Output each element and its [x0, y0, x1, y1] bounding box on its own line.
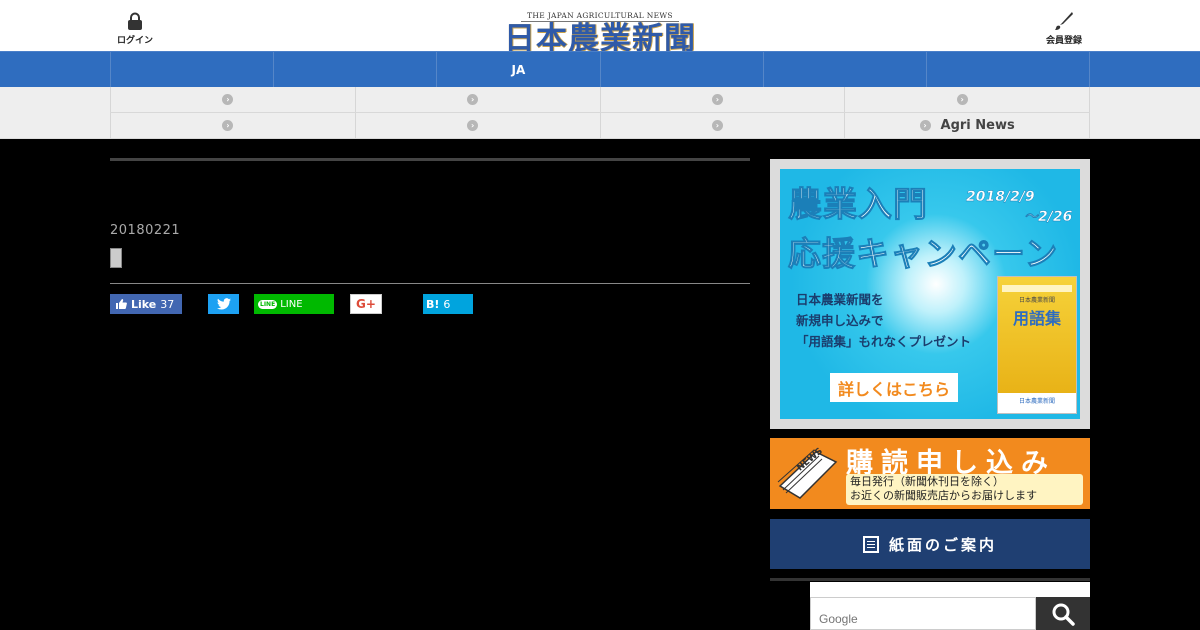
nav-item-1[interactable] [111, 52, 275, 87]
campaign-body: 日本農業新聞を 新規申し込みで 「用語集」もれなくプレゼント [796, 289, 971, 352]
nav-item-4[interactable] [601, 52, 764, 87]
campaign-date-start: 2018/2/9 [966, 189, 1035, 205]
campaign-body-line: 日本農業新聞を [796, 292, 884, 307]
book-footer: 日本農業新聞 [998, 393, 1076, 413]
twitter-bird-icon [216, 298, 231, 310]
sub-nav-label: Agri News [940, 118, 1015, 133]
chevron-right-icon: › [711, 94, 723, 105]
main-navigation: JA [0, 51, 1200, 87]
paper-guide-label: 紙面のご案内 [888, 535, 997, 554]
chevron-right-icon: › [467, 120, 479, 131]
sub-nav-item[interactable]: › [110, 113, 355, 138]
hatena-bookmark-label: B! [426, 297, 440, 311]
search-button[interactable] [1036, 597, 1090, 630]
sub-nav-item[interactable]: › [354, 113, 600, 138]
facebook-like-label: Like [131, 297, 157, 311]
register-button[interactable]: 会員登録 [1046, 10, 1082, 46]
nav-item-5[interactable] [764, 52, 927, 87]
chevron-right-icon: › [467, 94, 479, 105]
chevron-right-icon: › [711, 120, 723, 131]
nav-item-6[interactable] [927, 52, 1091, 87]
newspaper-icon: NEWS [777, 446, 838, 499]
sub-nav-item-agri-news[interactable]: › Agri News [844, 113, 1090, 138]
campaign-dates: 2018/2/9 ～2/26 [966, 187, 1073, 227]
article-date: 20180221 [110, 223, 181, 238]
line-share-label: LINE [280, 298, 303, 310]
sub-nav-item[interactable]: › [844, 87, 1090, 112]
campaign-title-line1: 農業入門 [788, 185, 928, 226]
hatena-bookmark-button[interactable]: B! 6 [423, 294, 473, 314]
site-logo[interactable]: THE JAPAN AGRICULTURAL NEWS 日本農業新聞 [504, 3, 696, 56]
line-logo-icon: LINE [258, 299, 278, 309]
sub-nav-item[interactable]: › [599, 113, 845, 138]
google-plus-label: G+ [356, 297, 376, 311]
paper-guide-button[interactable]: 紙面のご案内 [770, 519, 1090, 569]
document-icon [862, 535, 879, 553]
campaign-body-line: 「用語集」もれなくプレゼント [796, 334, 972, 349]
campaign-banner-image: 農業入門 応援キャンペーン 2018/2/9 ～2/26 日本農業新聞を 新規申… [780, 169, 1080, 419]
article-title-placeholder [110, 248, 122, 268]
sidebar-divider [770, 578, 1090, 581]
article-top-divider [110, 158, 750, 161]
facebook-like-count: 37 [160, 297, 175, 311]
subscribe-banner[interactable]: NEWS 購読申し込み 毎日発行（新聞休刊日を除く） お近くの新聞販売店からお届… [770, 438, 1090, 509]
sub-nav-row-1: › › › › [110, 87, 1090, 113]
thumbs-up-icon [116, 299, 127, 309]
campaign-details-button[interactable]: 詳しくはこちら [830, 373, 958, 402]
book-header: 日本農業新聞 [1018, 297, 1055, 304]
subscribe-note-line: お近くの新聞販売店からお届けします [850, 489, 1037, 502]
google-search-input[interactable] [810, 597, 1036, 630]
search-icon [1052, 603, 1075, 626]
login-label: ログイン [117, 36, 154, 46]
campaign-title-line2: 応援キャンペーン [787, 234, 1059, 274]
register-label: 会員登録 [1046, 36, 1083, 46]
twitter-share-button[interactable] [208, 294, 239, 314]
nav-item-2[interactable] [274, 52, 438, 87]
campaign-date-end: ～2/26 [1024, 209, 1073, 225]
chevron-right-icon: › [222, 120, 234, 131]
google-plus-share-button[interactable]: G+ [350, 294, 382, 314]
subscribe-note-line: 毎日発行（新聞休刊日を除く） [850, 475, 1004, 488]
site-header: ログイン THE JAPAN AGRICULTURAL NEWS 日本農業新聞 … [0, 0, 1200, 56]
sub-nav-item[interactable]: › [599, 87, 845, 112]
chevron-right-icon: › [956, 94, 968, 105]
book-top-band [1002, 285, 1072, 292]
chevron-right-icon: › [222, 94, 234, 105]
pen-icon [1053, 10, 1075, 32]
subscribe-note: 毎日発行（新聞休刊日を除く） お近くの新聞販売店からお届けします [846, 474, 1083, 505]
lock-icon [124, 10, 146, 32]
sub-navigation: › › › › › › › › Agri News [0, 87, 1200, 139]
sub-nav-row-2: › › › › Agri News [110, 113, 1090, 139]
book-title: 用語集 [1012, 309, 1061, 328]
nav-item-ja[interactable]: JA [437, 52, 601, 87]
sub-nav-item[interactable]: › [354, 87, 600, 112]
login-button[interactable]: ログイン [117, 10, 153, 46]
facebook-like-button[interactable]: Like 37 [110, 294, 182, 314]
sub-nav-item[interactable]: › [110, 87, 355, 112]
article-divider [110, 283, 750, 284]
hatena-bookmark-count: 6 [443, 297, 451, 311]
line-share-button[interactable]: LINE LINE [254, 294, 334, 314]
chevron-right-icon: › [919, 120, 931, 131]
campaign-banner[interactable]: 農業入門 応援キャンペーン 2018/2/9 ～2/26 日本農業新聞を 新規申… [770, 159, 1090, 429]
campaign-body-line: 新規申し込みで [796, 313, 884, 328]
glossary-book-image: 日本農業新聞 用語集 日本農業新聞 [997, 276, 1077, 414]
